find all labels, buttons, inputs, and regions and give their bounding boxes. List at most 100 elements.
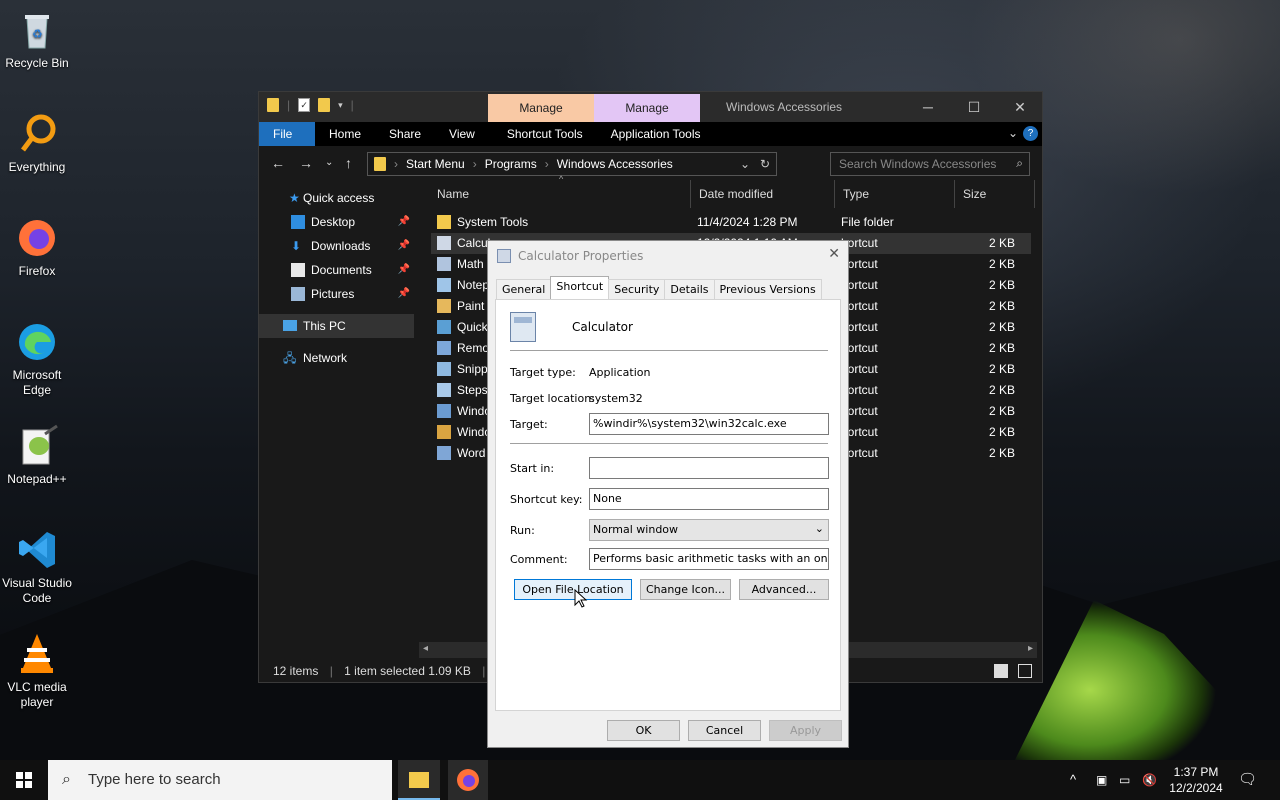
qat-dropdown-icon[interactable]: ▾: [338, 100, 343, 111]
shortcut-name: Calculator: [572, 320, 633, 334]
column-header-date[interactable]: Date modified: [691, 180, 835, 208]
status-divider: |: [329, 664, 333, 678]
dropdown-icon[interactable]: ⌄: [740, 157, 750, 171]
sidebar-item-downloads[interactable]: ⬇ Downloads 📌: [259, 234, 414, 258]
sidebar-item-desktop[interactable]: Desktop 📌: [259, 210, 414, 234]
desktop-icon-vlc[interactable]: VLC media player: [0, 632, 74, 710]
firefox-icon: [457, 769, 479, 791]
sidebar-item-quick-access[interactable]: ★ Quick access: [259, 186, 414, 210]
target-type-label: Target type:: [510, 366, 576, 379]
folder-icon: [437, 215, 451, 229]
volume-muted-icon[interactable]: 🔇: [1142, 760, 1157, 800]
separator: [510, 443, 828, 444]
desktop-icon-notepadpp[interactable]: Notepad++: [0, 424, 74, 487]
taskbar-firefox[interactable]: [448, 760, 488, 800]
shortcut-icon: [437, 236, 451, 250]
notification-icon[interactable]: 🗨: [1238, 760, 1257, 800]
ok-button[interactable]: OK: [607, 720, 680, 741]
properties-icon[interactable]: ✓: [298, 98, 311, 112]
run-select[interactable]: Normal window ⌄: [589, 519, 829, 541]
show-hidden-icons[interactable]: ^: [1070, 760, 1076, 800]
scroll-right-icon[interactable]: ▸: [1028, 643, 1033, 654]
close-button[interactable]: ✕: [997, 92, 1043, 122]
tab-security[interactable]: Security: [608, 279, 666, 299]
clock[interactable]: 1:37 PM 12/2/2024: [1166, 764, 1226, 796]
target-field[interactable]: %windir%\system32\win32calc.exe: [589, 413, 829, 435]
desktop-icon-label: Notepad++: [7, 472, 67, 486]
calculator-properties-dialog[interactable]: Calculator Properties ✕ General Shortcut…: [487, 240, 849, 748]
desktop-icon-recycle-bin[interactable]: ♻ Recycle Bin: [0, 8, 74, 71]
cell-type: hortcut: [841, 383, 878, 397]
chevron-icon: ›: [544, 157, 549, 171]
cell-size: 2 KB: [988, 341, 1015, 355]
network-tray-icon[interactable]: ▭: [1119, 760, 1130, 800]
column-header-type[interactable]: Type: [835, 180, 955, 208]
cell-date: 11/4/2024 1:28 PM: [697, 215, 798, 229]
column-header-size[interactable]: Size: [955, 180, 1035, 208]
apply-button[interactable]: Apply: [769, 720, 842, 741]
desktop-icon-label: Recycle Bin: [5, 56, 69, 70]
explorer-titlebar[interactable]: | ✓ ▾ | Manage Manage Windows Accessorie…: [259, 92, 1042, 122]
address-bar[interactable]: › Start Menu › Programs › Windows Access…: [367, 152, 777, 176]
change-icon-button[interactable]: Change Icon...: [640, 579, 731, 600]
desktop-icon-label: Everything: [8, 160, 66, 174]
sidebar-item-documents[interactable]: Documents 📌: [259, 258, 414, 282]
expand-ribbon-icon[interactable]: ⌄: [1008, 126, 1018, 140]
breadcrumb-start-menu[interactable]: Start Menu: [406, 157, 465, 171]
tab-shortcut-tools[interactable]: Shortcut Tools: [493, 122, 597, 146]
tab-application-tools[interactable]: Application Tools: [597, 122, 715, 146]
tab-view[interactable]: View: [435, 122, 489, 146]
search-icon: ⌕: [62, 771, 71, 788]
help-icon[interactable]: ?: [1023, 126, 1038, 141]
tab-shortcut[interactable]: Shortcut: [550, 276, 610, 299]
forward-icon[interactable]: →: [299, 155, 313, 171]
table-row[interactable]: System Tools 11/4/2024 1:28 PM File folder: [431, 212, 1031, 233]
shortcut-icon: [437, 383, 451, 397]
tab-previous-versions[interactable]: Previous Versions: [713, 279, 822, 299]
start-button[interactable]: [0, 760, 48, 800]
desktop-icon-firefox[interactable]: Firefox: [0, 216, 74, 279]
start-in-field[interactable]: [589, 457, 829, 479]
sidebar-item-pictures[interactable]: Pictures 📌: [259, 282, 414, 306]
back-icon[interactable]: ←: [271, 155, 285, 171]
address-bar-row: ← → ⌄ ↑ › Start Menu › Programs › Window…: [259, 146, 1042, 180]
sidebar-item-network[interactable]: 🖧 Network: [259, 346, 414, 370]
shortcut-key-field[interactable]: None: [589, 488, 829, 510]
refresh-icon[interactable]: ↻: [760, 157, 770, 171]
advanced-button[interactable]: Advanced...: [739, 579, 829, 600]
recent-locations-icon[interactable]: ⌄: [325, 157, 333, 168]
tab-home[interactable]: Home: [315, 122, 375, 146]
column-header-name[interactable]: Name: [429, 180, 691, 208]
breadcrumb-windows-accessories[interactable]: Windows Accessories: [557, 157, 673, 171]
sidebar-item-this-pc[interactable]: This PC: [259, 314, 414, 338]
taskbar-search-box[interactable]: ⌕ Type here to search: [48, 760, 392, 800]
security-tray-icon[interactable]: ▣: [1096, 760, 1107, 800]
desktop-icon-vscode[interactable]: Visual Studio Code: [0, 528, 74, 606]
computer-icon: [283, 320, 297, 331]
tab-file[interactable]: File: [259, 122, 315, 146]
new-folder-icon[interactable]: [318, 98, 331, 112]
open-file-location-button[interactable]: Open File Location: [514, 579, 632, 600]
scroll-left-icon[interactable]: ◂: [423, 643, 428, 654]
taskbar-file-explorer[interactable]: [398, 760, 440, 800]
manage-shortcut-context-tab[interactable]: Manage: [488, 94, 594, 122]
dialog-close-button[interactable]: ✕: [828, 246, 840, 262]
cancel-button[interactable]: Cancel: [688, 720, 761, 741]
large-icons-view-icon[interactable]: [1018, 664, 1032, 678]
manage-application-context-tab[interactable]: Manage: [594, 94, 700, 122]
shortcut-icon: [437, 404, 451, 418]
shortcut-key-label: Shortcut key:: [510, 493, 583, 506]
tab-general[interactable]: General: [496, 279, 552, 299]
up-icon[interactable]: ↑: [345, 155, 352, 171]
search-box[interactable]: Search Windows Accessories ⌕: [830, 152, 1030, 176]
minimize-button[interactable]: ─: [905, 92, 951, 122]
tab-details[interactable]: Details: [664, 279, 715, 299]
desktop-icon-edge[interactable]: Microsoft Edge: [0, 320, 74, 398]
maximize-button[interactable]: ☐: [951, 92, 997, 122]
sidebar-item-label: Network: [303, 351, 348, 365]
tab-share[interactable]: Share: [375, 122, 435, 146]
comment-field[interactable]: Performs basic arithmetic tasks with an …: [589, 548, 829, 570]
details-view-icon[interactable]: [994, 664, 1008, 678]
breadcrumb-programs[interactable]: Programs: [485, 157, 537, 171]
desktop-icon-everything[interactable]: Everything: [0, 112, 74, 175]
